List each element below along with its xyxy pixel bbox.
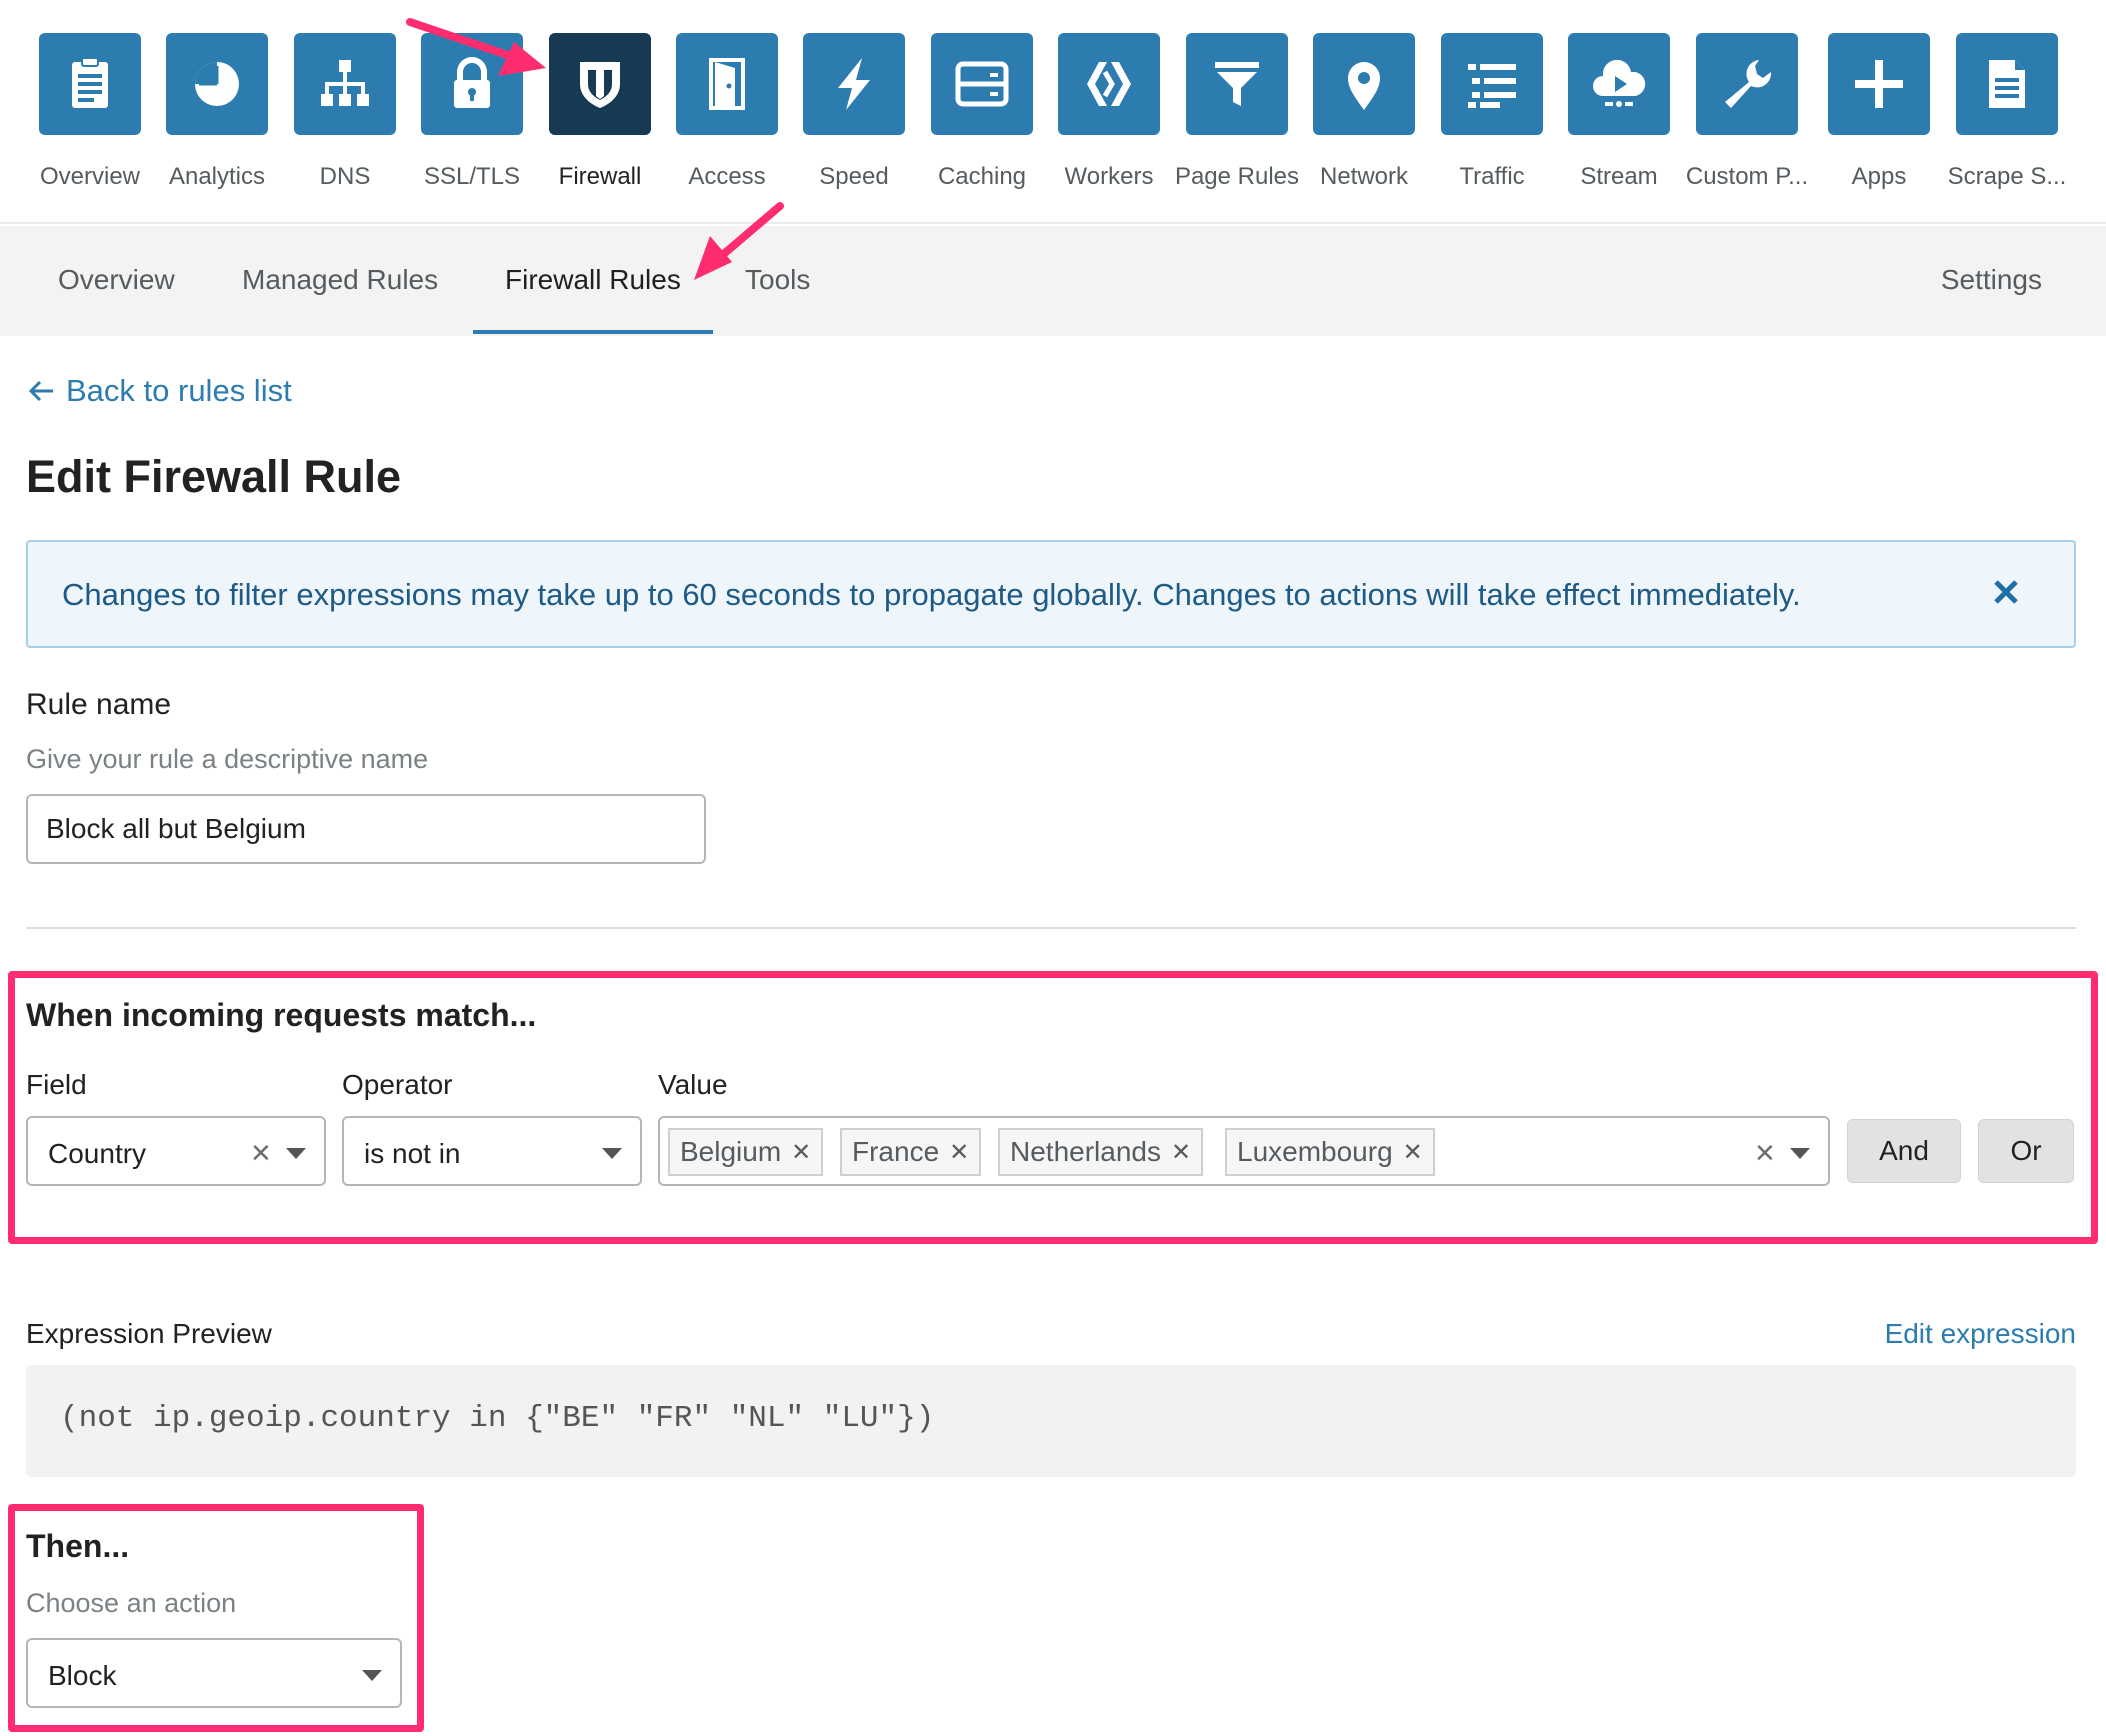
edit-expression-link[interactable]: Edit expression — [1885, 1318, 2076, 1350]
chip-label: Luxembourg — [1237, 1136, 1393, 1167]
then-hint: Choose an action — [26, 1588, 237, 1618]
chip-label: Belgium — [680, 1136, 782, 1167]
network-tree-icon — [321, 60, 369, 106]
or-button[interactable]: Or — [1978, 1119, 2074, 1183]
workers-icon — [1087, 62, 1131, 106]
value-label: Value — [658, 1069, 728, 1100]
chip-label: France — [852, 1136, 940, 1167]
arrow-left-icon — [28, 380, 53, 402]
chevron-down-icon[interactable] — [362, 1670, 382, 1681]
rule-name-label: Rule name — [26, 688, 172, 721]
expression-preview-label: Expression Preview — [26, 1318, 272, 1349]
sub-navigation: Overview Managed Rules Firewall Rules To… — [0, 226, 2106, 336]
notice-text: Changes to filter expressions may take u… — [62, 577, 1801, 612]
chevron-down-icon[interactable] — [1790, 1148, 1810, 1159]
value-chip-belgium: Belgium ✕ — [668, 1128, 824, 1176]
plus-icon — [1855, 60, 1903, 108]
nav-network[interactable]: Network — [1309, 33, 1419, 191]
nav-dns[interactable]: DNS — [290, 33, 400, 191]
tab-managed-rules[interactable]: Managed Rules — [242, 264, 438, 296]
cloud-play-icon — [1593, 59, 1646, 107]
divider — [26, 927, 2076, 929]
nav-access[interactable]: Access — [672, 33, 782, 191]
clear-icon[interactable]: ✕ — [250, 1138, 272, 1169]
clipboard-icon — [72, 57, 108, 108]
back-to-rules-link[interactable]: Back to rules list — [26, 373, 292, 409]
operator-label: Operator — [342, 1069, 453, 1100]
door-icon — [709, 58, 745, 110]
wrench-icon — [1725, 60, 1772, 108]
tab-settings[interactable]: Settings — [1941, 264, 2042, 296]
tab-overview[interactable]: Overview — [58, 264, 175, 296]
value-chip-luxembourg: Luxembourg ✕ — [1225, 1128, 1435, 1176]
nav-label: Scrape S... — [1947, 163, 2067, 190]
nav-overview[interactable]: Overview — [35, 33, 145, 191]
remove-chip-icon[interactable]: ✕ — [791, 1138, 811, 1167]
pie-chart-icon — [195, 62, 239, 106]
back-link-label: Back to rules list — [66, 373, 292, 408]
remove-chip-icon[interactable]: ✕ — [949, 1138, 969, 1167]
nav-scrape-shield[interactable]: Scrape S... — [1948, 33, 2066, 191]
nav-custom-pages[interactable]: Custom P... — [1686, 33, 1808, 191]
nav-firewall[interactable]: Firewall — [545, 33, 655, 191]
remove-chip-icon[interactable]: ✕ — [1171, 1138, 1191, 1167]
nav-traffic[interactable]: Traffic — [1437, 33, 1547, 191]
value-chip-netherlands: Netherlands ✕ — [998, 1128, 1204, 1176]
document-icon — [1989, 60, 2025, 108]
filter-icon — [1215, 62, 1259, 106]
then-section-title: Then... — [26, 1528, 130, 1564]
action-select-value: Block — [48, 1660, 117, 1691]
remove-chip-icon[interactable]: ✕ — [1403, 1138, 1423, 1167]
expression-preview: (not ip.geoip.country in {"BE" "FR" "NL"… — [26, 1365, 2076, 1477]
chevron-down-icon[interactable] — [286, 1148, 306, 1159]
match-section-title: When incoming requests match... — [26, 997, 537, 1033]
value-chip-france: France ✕ — [840, 1128, 982, 1176]
clear-icon[interactable]: ✕ — [1754, 1138, 1776, 1169]
top-navigation: Overview Analytics DNS SSL/TLS Firewall … — [0, 0, 2106, 224]
operator-select[interactable]: is not in — [342, 1116, 642, 1186]
active-tab-indicator — [473, 330, 713, 334]
nav-apps[interactable]: Apps — [1824, 33, 1934, 191]
rule-name-input[interactable] — [26, 794, 706, 864]
nav-ssl-tls[interactable]: SSL/TLS — [417, 33, 527, 191]
lock-icon — [454, 57, 490, 108]
tab-tools[interactable]: Tools — [745, 264, 810, 296]
rule-name-hint: Give your rule a descriptive name — [26, 744, 429, 774]
lightning-icon — [838, 58, 870, 110]
server-icon — [955, 61, 1009, 107]
map-pin-icon — [1348, 62, 1380, 110]
list-icon — [1468, 64, 1516, 108]
and-button[interactable]: And — [1847, 1119, 1961, 1183]
tab-firewall-rules[interactable]: Firewall Rules — [505, 264, 681, 296]
nav-analytics[interactable]: Analytics — [162, 33, 272, 191]
chip-label: Netherlands — [1010, 1136, 1161, 1167]
nav-stream[interactable]: Stream — [1564, 33, 1674, 191]
nav-page-rules[interactable]: Page Rules — [1175, 33, 1299, 191]
chevron-down-icon[interactable] — [602, 1148, 622, 1159]
action-select[interactable]: Block — [26, 1638, 402, 1708]
nav-speed[interactable]: Speed — [799, 33, 909, 191]
nav-workers[interactable]: Workers — [1054, 33, 1164, 191]
info-notice: Changes to filter expressions may take u… — [26, 540, 2076, 648]
field-select-value: Country — [48, 1138, 147, 1169]
page-title: Edit Firewall Rule — [26, 451, 402, 502]
value-multiselect[interactable]: Belgium ✕ France ✕ Netherlands ✕ Luxembourg… — [658, 1116, 1830, 1186]
field-select[interactable]: Country ✕ — [26, 1116, 326, 1186]
nav-caching[interactable]: Caching — [927, 33, 1037, 191]
expression-code: (not ip.geoip.country in {"BE" "FR" "NL"… — [60, 1401, 935, 1436]
operator-select-value: is not in — [364, 1138, 461, 1169]
field-label: Field — [26, 1069, 87, 1100]
shield-icon — [580, 62, 620, 108]
close-icon[interactable] — [1986, 572, 2026, 612]
nav-label: Custom P... — [1685, 163, 1809, 190]
